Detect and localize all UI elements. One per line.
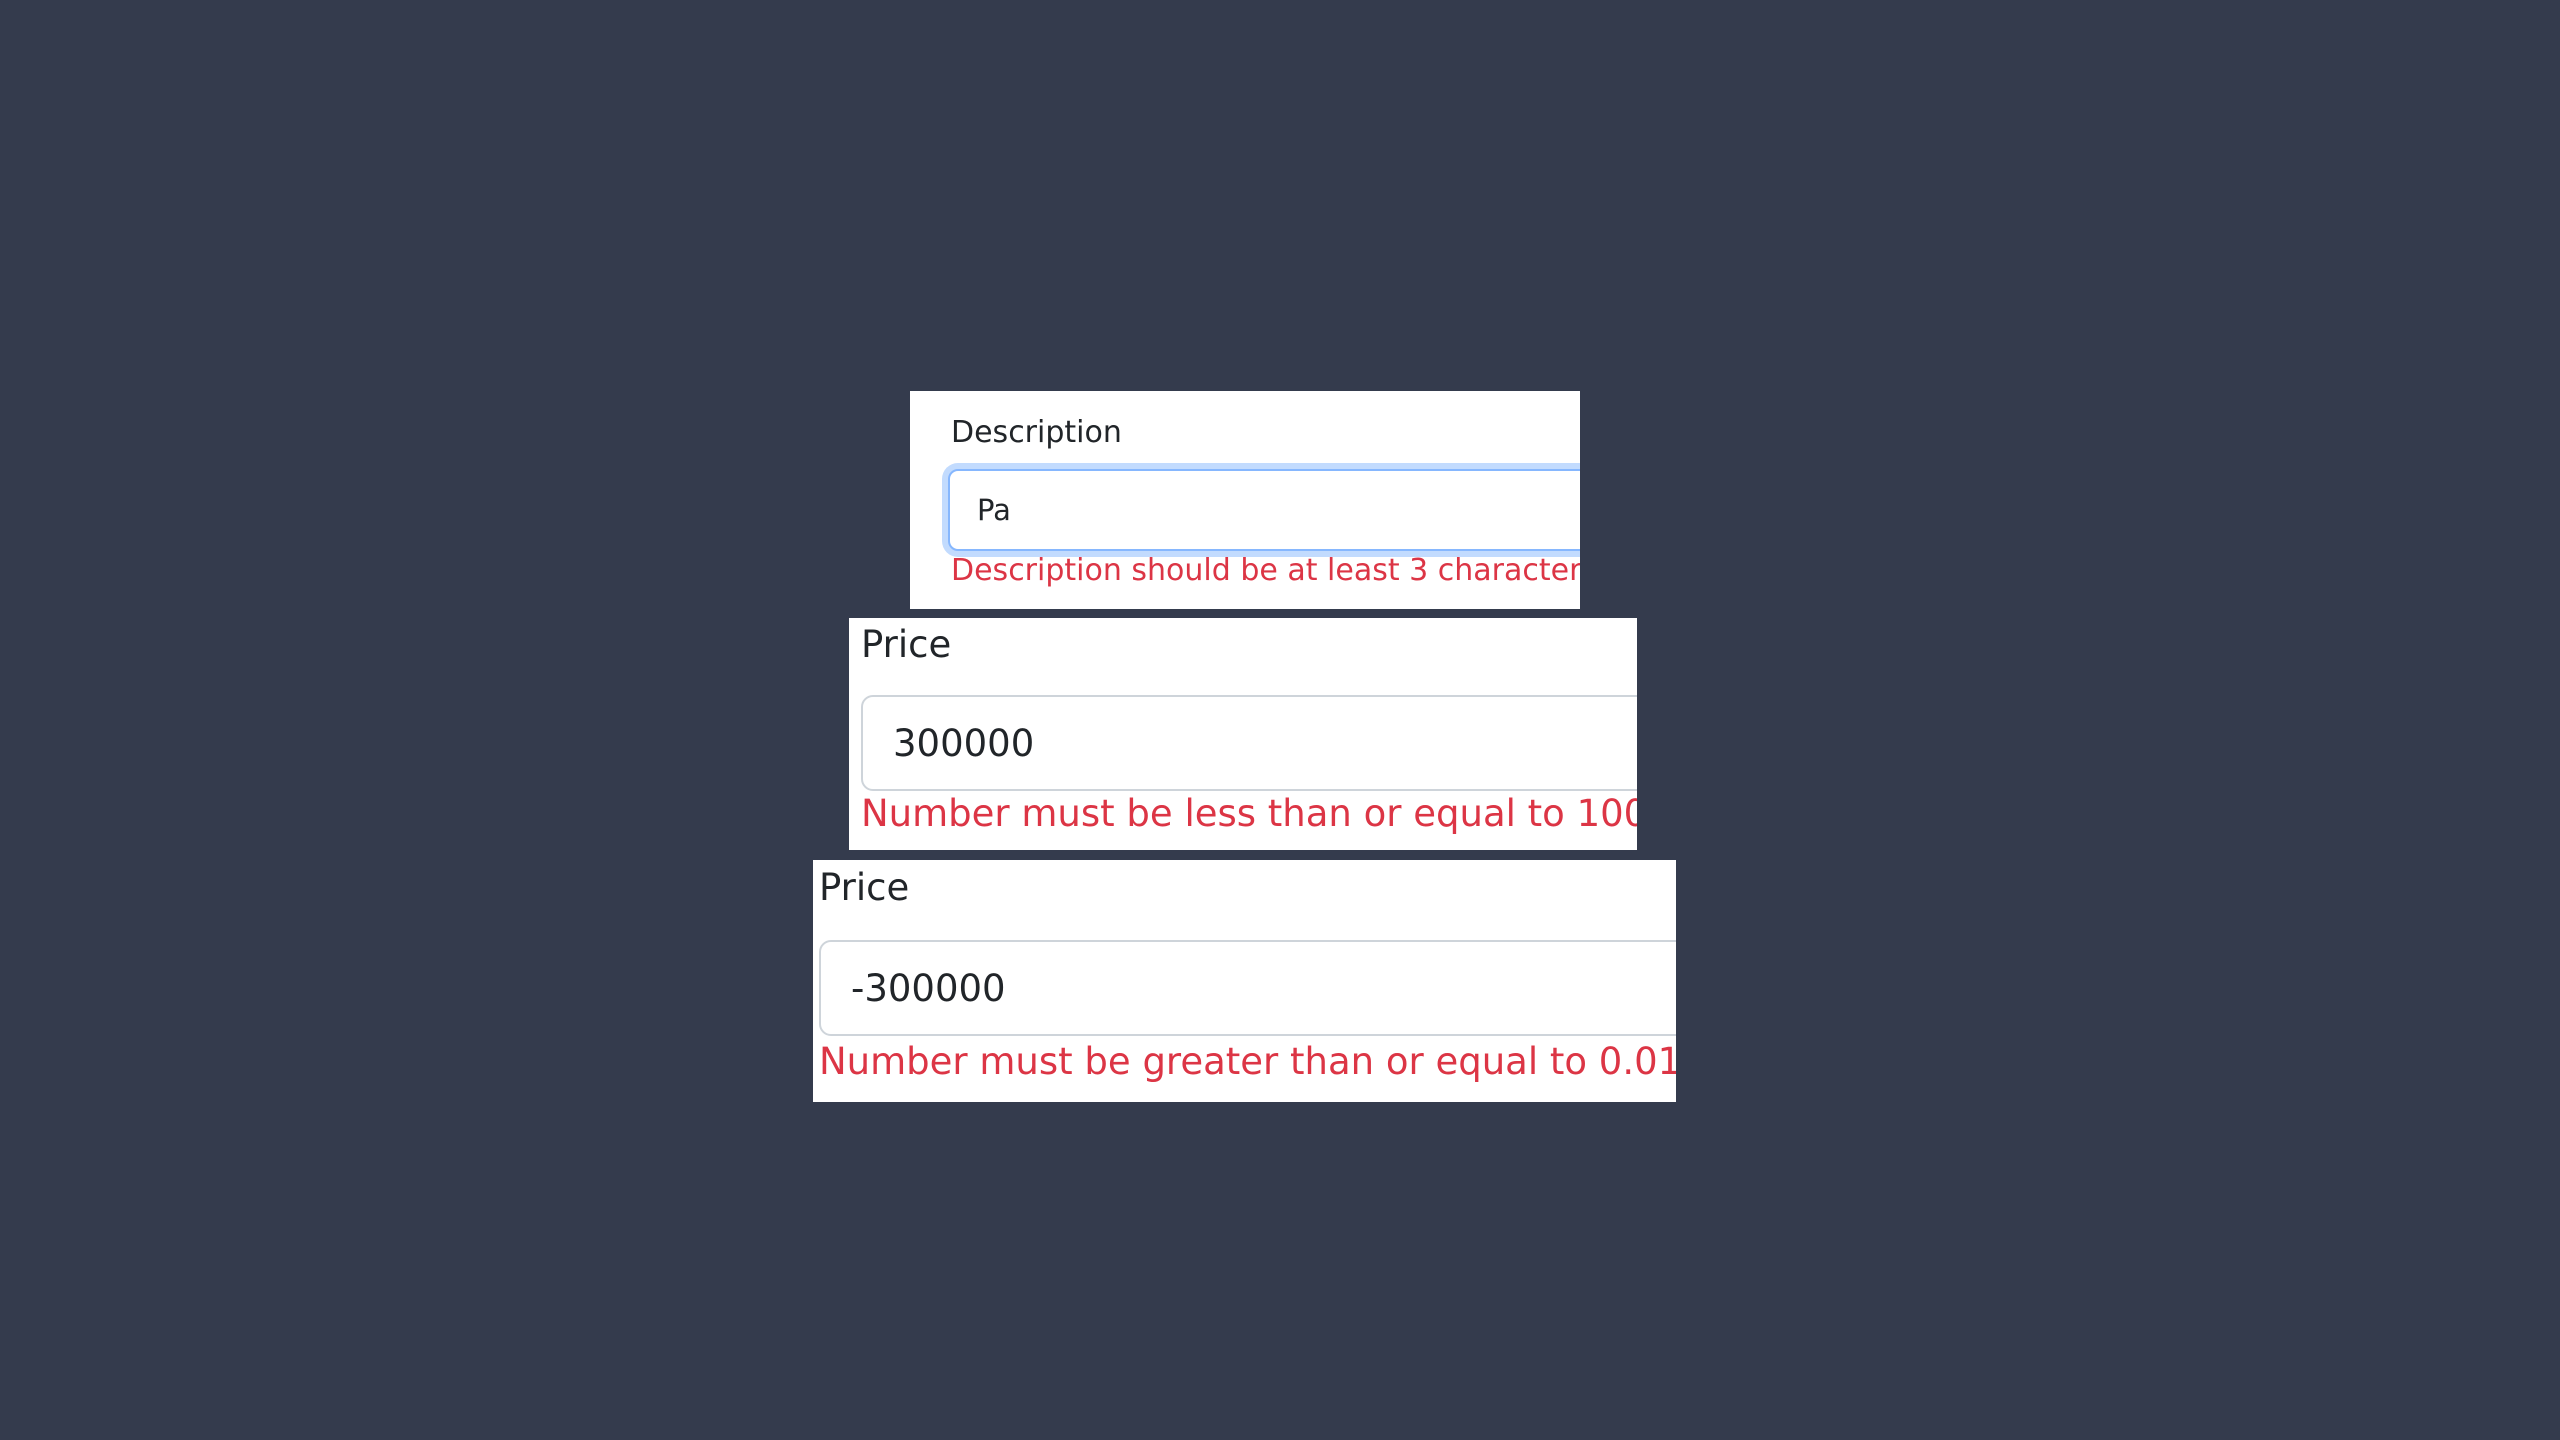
price-input[interactable] <box>861 695 1637 791</box>
price-max-error-message: Number must be less than or equal to 100… <box>861 792 1637 835</box>
description-error-message: Description should be at least 3 charact… <box>951 553 1580 588</box>
price-min-error-message: Number must be greater than or equal to … <box>819 1040 1676 1083</box>
price-form-group-max: Price Number must be less than or equal … <box>849 618 1637 850</box>
price-input[interactable] <box>819 940 1676 1036</box>
description-label: Description <box>951 415 1122 450</box>
price-form-group-min: Price Number must be greater than or equ… <box>813 860 1676 1102</box>
description-input[interactable] <box>948 469 1580 551</box>
price-label: Price <box>861 623 952 666</box>
price-label: Price <box>819 866 910 909</box>
description-form-group: Description Description should be at lea… <box>910 391 1580 609</box>
